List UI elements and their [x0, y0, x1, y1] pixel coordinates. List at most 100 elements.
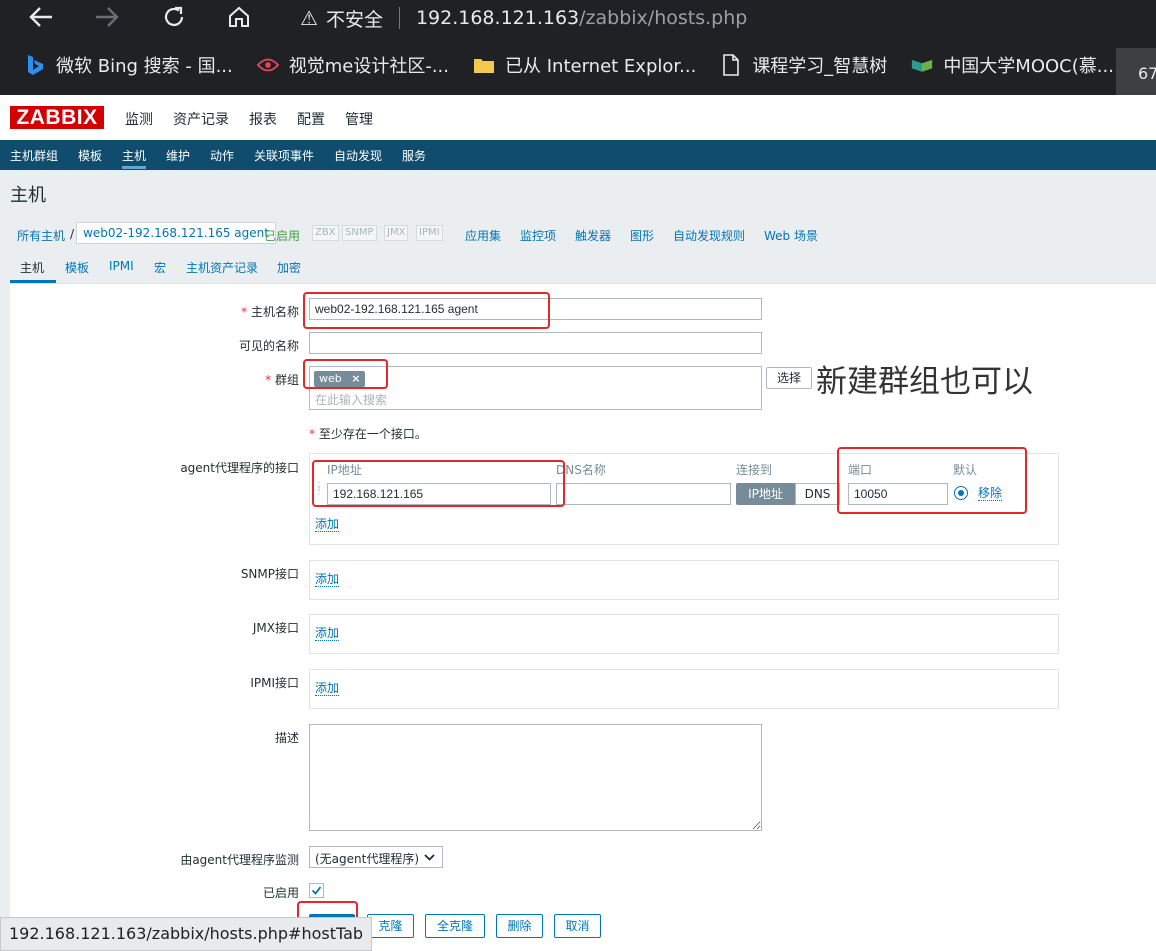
eye-logo-icon	[256, 54, 279, 76]
ipmi-interface-label: IPMI接口	[250, 676, 299, 690]
items-link[interactable]: 监控项	[520, 227, 556, 244]
reload-icon[interactable]	[157, 2, 191, 32]
cancel-button[interactable]: 取消	[554, 914, 601, 938]
folder-icon	[473, 54, 495, 76]
tab-ipmi[interactable]: IPMI	[109, 259, 134, 273]
jmx-interface-box: 添加	[309, 614, 1059, 654]
menu-inventory[interactable]: 资产记录	[173, 109, 229, 129]
connect-dns-toggle[interactable]: DNS	[795, 483, 840, 505]
subnav-services[interactable]: 服务	[402, 147, 426, 164]
url-path: /zabbix/hosts.php	[579, 7, 748, 29]
bookmark-label: 视觉me设计社区-...	[288, 56, 450, 77]
sub-navigation: 主机群组 模板 主机 维护 动作 关联项事件 自动发现 服务	[0, 140, 1156, 170]
bookmarks-bar: 微软 Bing 搜索 - 国... 视觉me设计社区-... 已从 Intern…	[0, 42, 1156, 88]
delete-button[interactable]: 删除	[496, 914, 543, 938]
add-jmx-interface-link[interactable]: 添加	[315, 627, 340, 641]
menu-configuration[interactable]: 配置	[297, 109, 325, 129]
tab-macros[interactable]: 宏	[154, 259, 166, 276]
annotation-text: 新建群组也可以	[816, 364, 1033, 400]
proxy-select[interactable]: (无agent代理程序)	[309, 846, 443, 868]
mooc-icon	[911, 54, 933, 76]
browser-status-url: 192.168.121.163/zabbix/hosts.php#hostTab	[0, 917, 373, 951]
browser-chrome: ⚠ 不安全 192.168.121.163/zabbix/hosts.php 微…	[0, 0, 1156, 95]
bookmark-zhihuishu[interactable]: 课程学习_智慧树	[720, 52, 887, 78]
triggers-link[interactable]: 触发器	[575, 227, 611, 244]
zabbix-header: ZABBIX 监测 资产记录 报表 配置 管理	[0, 95, 1156, 140]
current-host-link[interactable]: web02-192.168.121.165 agent	[76, 222, 276, 244]
connect-ip-toggle[interactable]: IP地址	[736, 483, 795, 505]
subnav-templates[interactable]: 模板	[78, 147, 102, 164]
visible-name-input[interactable]	[309, 332, 762, 354]
agent-interface-label: agent代理程序的接口	[180, 461, 299, 475]
subnav-maintenance[interactable]: 维护	[166, 147, 190, 164]
chevron-down-icon	[424, 854, 435, 861]
graphs-link[interactable]: 图形	[630, 227, 654, 244]
snmp-interface-box: 添加	[309, 560, 1059, 600]
visible-name-label: 可见的名称	[238, 339, 299, 353]
address-bar[interactable]: ⚠ 不安全 192.168.121.163/zabbix/hosts.php	[284, 0, 1156, 36]
add-snmp-interface-link[interactable]: 添加	[315, 573, 340, 587]
bookmark-ie-folder[interactable]: 已从 Internet Explor...	[473, 52, 696, 78]
select-group-button[interactable]: 选择	[766, 367, 812, 389]
subnav-hosts[interactable]: 主机	[122, 147, 146, 164]
forward-icon[interactable]	[90, 2, 124, 32]
column-connect: 连接到	[736, 463, 773, 477]
add-ipmi-interface-link[interactable]: 添加	[315, 682, 340, 696]
home-icon[interactable]	[222, 2, 256, 32]
highlight-host-name	[303, 292, 550, 329]
add-agent-interface-link[interactable]: 添加	[315, 518, 340, 532]
proxy-selected-value: (无agent代理程序)	[315, 852, 420, 866]
bookmark-label: 微软 Bing 搜索 - 国...	[56, 56, 233, 77]
enabled-checkbox[interactable]	[309, 883, 324, 898]
bookmark-label: 课程学习_智慧树	[752, 56, 888, 77]
tab-templates[interactable]: 模板	[65, 259, 89, 276]
full-clone-button[interactable]: 全克隆	[425, 914, 485, 938]
host-tabs: 主机 模板 IPMI 宏 主机资产记录 加密	[10, 250, 1156, 284]
applications-link[interactable]: 应用集	[465, 227, 501, 244]
bing-icon	[24, 54, 46, 76]
host-name-label: * 主机名称	[241, 305, 299, 319]
subnav-correlation[interactable]: 关联项事件	[254, 147, 314, 164]
highlight-ip-address	[312, 460, 565, 507]
menu-reports[interactable]: 报表	[249, 109, 277, 129]
subnav-discovery[interactable]: 自动发现	[334, 147, 382, 164]
clone-button[interactable]: 克隆	[367, 914, 414, 938]
description-label: 描述	[274, 731, 299, 745]
dns-name-input[interactable]	[556, 483, 731, 505]
all-hosts-link[interactable]: 所有主机	[17, 227, 65, 244]
description-textarea[interactable]	[309, 724, 762, 831]
groups-label: * 群组	[265, 373, 299, 387]
interface-note: * 至少存在一个接口。	[309, 427, 427, 441]
tab-encryption[interactable]: 加密	[277, 259, 301, 276]
insecure-label: 不安全	[325, 8, 383, 31]
subnav-actions[interactable]: 动作	[210, 147, 234, 164]
availability-snmp: SNMP	[342, 225, 377, 241]
availability-zbx: ZBX	[312, 225, 339, 241]
back-icon[interactable]	[24, 2, 58, 32]
page-icon	[720, 54, 742, 76]
web-scenarios-link[interactable]: Web 场景	[764, 227, 818, 244]
bookmark-mooc[interactable]: 中国大学MOOC(慕...	[911, 52, 1114, 78]
menu-administration[interactable]: 管理	[345, 109, 373, 129]
zabbix-logo[interactable]: ZABBIX	[10, 106, 104, 129]
host-status-enabled[interactable]: 已启用	[264, 227, 300, 244]
subnav-host-groups[interactable]: 主机群组	[10, 147, 58, 164]
jmx-interface-label: JMX接口	[252, 621, 299, 635]
tab-host[interactable]: 主机	[20, 259, 44, 276]
host-breadcrumb: 所有主机 / web02-192.168.121.165 agent 已启用 Z…	[10, 222, 1156, 244]
availability-jmx: JMX	[384, 225, 409, 241]
ipmi-interface-box: 添加	[309, 669, 1059, 709]
proxy-label: 由agent代理程序监测	[180, 853, 299, 867]
bookmark-bing[interactable]: 微软 Bing 搜索 - 国...	[24, 52, 233, 78]
bookmark-shijueme[interactable]: 视觉me设计社区-...	[256, 52, 450, 78]
breadcrumb-separator: /	[70, 227, 75, 241]
availability-ipmi: IPMI	[416, 225, 443, 241]
url-host: 192.168.121.163	[415, 7, 580, 29]
page-title: 主机	[10, 185, 46, 206]
discovery-rules-link[interactable]: 自动发现规则	[673, 227, 745, 244]
highlight-group	[303, 359, 388, 389]
group-search-placeholder[interactable]: 在此输入搜索	[315, 391, 387, 408]
tab-inventory[interactable]: 主机资产记录	[186, 259, 258, 276]
warning-icon: ⚠	[300, 6, 318, 30]
menu-monitoring[interactable]: 监测	[125, 109, 153, 129]
